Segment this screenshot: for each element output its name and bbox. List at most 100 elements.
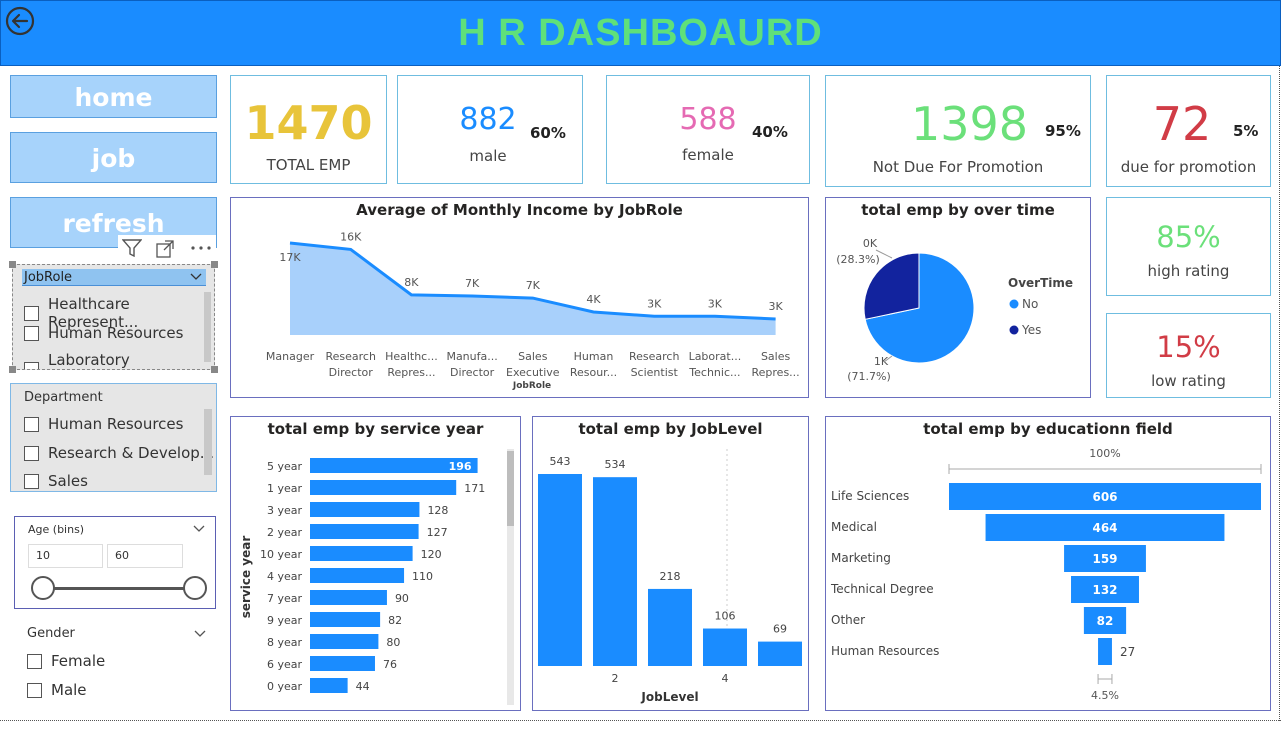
list-item-label: Laboratory Technician xyxy=(48,351,130,369)
job-satisfaction-button[interactable]: job satisfaction xyxy=(10,132,217,224)
funnel-bar[interactable] xyxy=(1098,638,1112,665)
bar[interactable] xyxy=(703,628,747,666)
chevron-down-icon[interactable] xyxy=(193,525,205,533)
home-button[interactable]: home xyxy=(10,75,217,118)
bar[interactable] xyxy=(593,477,637,666)
x-tick-label: Laborat... xyxy=(689,350,742,363)
list-item[interactable]: Human Resources xyxy=(24,324,183,342)
area-chart-svg: 17K Manager 16K Research Director 8K Healthc..… xyxy=(266,230,800,391)
kpi-not-due-value: 1398 xyxy=(911,97,1029,151)
focus-mode-icon[interactable] xyxy=(156,240,174,258)
x-tick-label: Resour... xyxy=(570,366,617,379)
data-label: 8K xyxy=(404,276,419,289)
back-arrow-icon[interactable] xyxy=(5,6,35,36)
kpi-low-card: 15% low rating xyxy=(1106,313,1271,398)
bar[interactable] xyxy=(310,656,375,671)
checkbox[interactable] xyxy=(24,305,39,321)
kpi-due-value: 72 xyxy=(1152,97,1212,151)
x-axis-title: JobRole xyxy=(512,381,551,391)
bar[interactable] xyxy=(310,546,413,561)
x-tick-label: Scientist xyxy=(631,366,679,379)
bar[interactable] xyxy=(310,568,405,583)
more-options-icon[interactable] xyxy=(190,245,212,251)
bar[interactable] xyxy=(538,474,582,666)
jobrole-header-label: JobRole xyxy=(24,270,73,285)
age-min-input[interactable]: 10 xyxy=(28,544,103,568)
department-slicer[interactable]: Department Human Resources Research & De… xyxy=(10,383,217,492)
legend-entry[interactable]: No xyxy=(1022,297,1038,311)
kpi-total-card: 1470 TOTAL EMP xyxy=(230,75,387,184)
checkbox[interactable] xyxy=(27,682,42,698)
checkbox[interactable] xyxy=(24,361,39,369)
checkbox[interactable] xyxy=(24,473,39,489)
scrollbar[interactable] xyxy=(204,409,212,475)
pie-label: (28.3%) xyxy=(836,253,880,266)
data-label: 464 xyxy=(1092,521,1117,535)
age-max-input[interactable]: 60 xyxy=(107,544,183,568)
pie-chart-svg: 1K (71.7%) 0K (28.3%) OverTime No Yes xyxy=(836,237,1073,383)
bar[interactable] xyxy=(310,678,348,693)
bar[interactable] xyxy=(310,634,379,649)
resize-handle[interactable] xyxy=(9,261,16,268)
list-item[interactable]: Research & Develop... xyxy=(24,444,214,462)
bar[interactable] xyxy=(648,588,692,666)
y-tick-label: 5 year xyxy=(267,460,303,473)
bar[interactable] xyxy=(758,641,802,666)
legend-entry[interactable]: Yes xyxy=(1021,323,1041,337)
joblevel-chart: total emp by JobLevel 543 534 2 218 106 4 69 Jo… xyxy=(532,416,809,711)
y-tick-label: 1 year xyxy=(267,482,303,495)
x-tick-label: Director xyxy=(450,366,495,379)
data-label: 3K xyxy=(768,300,783,313)
kpi-high-label: high rating xyxy=(1147,262,1230,280)
data-label: 3K xyxy=(708,297,723,310)
checkbox[interactable] xyxy=(24,325,39,341)
list-item[interactable]: Female xyxy=(27,652,105,670)
checkbox[interactable] xyxy=(24,416,39,432)
list-item[interactable]: Sales xyxy=(24,472,204,490)
age-slicer[interactable]: Age (bins) 10 60 xyxy=(14,516,216,609)
category-label: Marketing xyxy=(831,551,891,565)
column-chart-svg: 543 534 2 218 106 4 69 JobLevel xyxy=(538,449,802,704)
scrollbar-thumb[interactable] xyxy=(507,451,514,526)
gender-slicer[interactable]: Gender Female Male xyxy=(14,620,216,710)
data-label: 127 xyxy=(427,526,448,539)
slider-max-handle[interactable] xyxy=(183,576,207,600)
chevron-down-icon[interactable] xyxy=(194,630,206,638)
scrollbar[interactable] xyxy=(507,449,514,705)
slider-min-handle[interactable] xyxy=(31,576,55,600)
x-tick-label: Director xyxy=(329,366,374,379)
resize-handle[interactable] xyxy=(211,366,218,373)
scrollbar[interactable] xyxy=(204,292,211,362)
bar[interactable] xyxy=(310,480,457,495)
filter-icon[interactable] xyxy=(122,239,142,257)
x-tick-label: Research xyxy=(325,350,375,363)
x-tick-label: Sales xyxy=(518,350,548,363)
resize-handle[interactable] xyxy=(211,261,218,268)
legend-marker xyxy=(1009,299,1019,309)
y-tick-label: 7 year xyxy=(267,592,303,605)
x-tick-label: Human xyxy=(574,350,614,363)
chevron-down-icon[interactable] xyxy=(190,273,202,281)
data-label: 543 xyxy=(550,455,571,468)
checkbox[interactable] xyxy=(24,445,39,461)
bar[interactable] xyxy=(310,524,419,539)
data-label: 44 xyxy=(356,680,370,693)
list-item-label: Research & Develop... xyxy=(48,444,215,462)
y-tick-label: 9 year xyxy=(267,614,303,627)
jobrole-slicer-header[interactable]: JobRole xyxy=(22,269,206,286)
bar[interactable] xyxy=(310,502,420,517)
data-label: 218 xyxy=(660,570,681,583)
y-tick-label: 3 year xyxy=(267,504,303,517)
bar[interactable] xyxy=(310,590,387,605)
jobrole-slicer[interactable]: JobRole Healthcare Represent... Human Re… xyxy=(9,261,218,373)
data-label: 159 xyxy=(1092,552,1117,566)
data-label: 534 xyxy=(605,458,626,471)
resize-handle[interactable] xyxy=(9,366,16,373)
service-year-chart: total emp by service year 5 year 196 1 yea… xyxy=(230,416,521,711)
bar[interactable] xyxy=(310,612,381,627)
list-item[interactable]: Laboratory Technician xyxy=(24,351,206,369)
kpi-high-card: 85% high rating xyxy=(1106,197,1271,296)
checkbox[interactable] xyxy=(27,653,42,669)
list-item[interactable]: Male xyxy=(27,681,87,699)
list-item[interactable]: Human Resources xyxy=(24,415,183,433)
